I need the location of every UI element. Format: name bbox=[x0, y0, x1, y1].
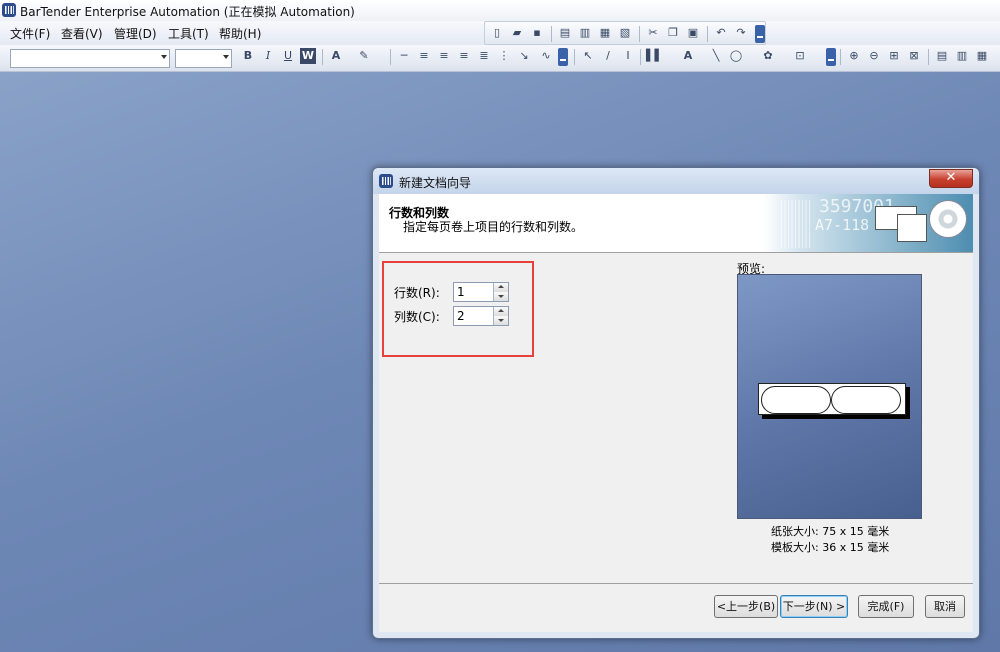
text-effect-icon[interactable]: ∿ bbox=[538, 48, 554, 64]
save-icon[interactable]: ▪ bbox=[529, 25, 545, 41]
app-titlebar: BarTender Enterprise Automation (正在模拟 Au… bbox=[0, 0, 1000, 22]
database-icon[interactable]: ▥ bbox=[577, 25, 593, 41]
line-object-icon[interactable]: ╲ bbox=[708, 48, 724, 64]
back-button[interactable]: <上一步(B) bbox=[714, 595, 778, 618]
banner-code: A7-118 bbox=[815, 216, 870, 234]
app-title: BarTender Enterprise Automation (正在模拟 Au… bbox=[20, 5, 355, 19]
picture-icon[interactable]: ✿ bbox=[760, 48, 776, 64]
open-folder-icon[interactable]: ▰ bbox=[509, 25, 525, 41]
finish-button[interactable]: 完成(F) bbox=[858, 595, 914, 618]
wizard-banner-image: 3597001 A7-118 bbox=[763, 194, 973, 252]
word-wrap-button[interactable]: W bbox=[300, 48, 316, 64]
dialog-body: 行数和列数 指定每页卷上项目的行数和列数。 3597001 A7-118 行数(… bbox=[379, 194, 973, 632]
new-document-wizard-dialog: 新建文档向导 ✕ 行数和列数 指定每页卷上项目的行数和列数。 3597001 A… bbox=[372, 167, 980, 639]
spin-down-icon[interactable] bbox=[493, 316, 508, 325]
font-color-button[interactable]: A bbox=[328, 48, 344, 64]
label-cell bbox=[831, 386, 901, 414]
page-setup-icon[interactable]: ▧ bbox=[617, 25, 633, 41]
template-size-text: 模板大小: 36 x 15 毫米 bbox=[771, 541, 890, 554]
vertical-align-icon[interactable]: ⋮ bbox=[496, 48, 512, 64]
align-right-icon[interactable]: ≡ bbox=[456, 48, 472, 64]
menu-file[interactable]: 文件(F) bbox=[10, 25, 50, 42]
fit-window-icon[interactable]: ⊠ bbox=[906, 48, 922, 64]
highlight-icon[interactable]: ✎ bbox=[356, 48, 372, 64]
zoom-page-icon[interactable]: ⊞ bbox=[886, 48, 902, 64]
next-button[interactable]: 下一步(N) > bbox=[780, 595, 848, 618]
pointer-icon[interactable]: ↖ bbox=[580, 48, 596, 64]
menu-help[interactable]: 帮助(H) bbox=[219, 25, 261, 42]
button-separator bbox=[379, 583, 973, 584]
label-strip bbox=[758, 383, 906, 415]
menu-manage[interactable]: 管理(D) bbox=[114, 25, 157, 42]
disc-icon bbox=[929, 200, 967, 238]
align-center-icon[interactable]: ≡ bbox=[436, 48, 452, 64]
chevron-down-icon bbox=[223, 55, 229, 59]
dialog-titlebar[interactable]: 新建文档向导 ✕ bbox=[373, 168, 979, 194]
redo-icon[interactable]: ↷ bbox=[733, 25, 749, 41]
spin-down-icon[interactable] bbox=[493, 292, 508, 301]
toolbar-overflow-icon[interactable] bbox=[558, 48, 568, 66]
wizard-header: 行数和列数 指定每页卷上项目的行数和列数。 3597001 A7-118 bbox=[379, 194, 973, 253]
paste-icon[interactable]: ▣ bbox=[685, 25, 701, 41]
toolbar-overflow-icon[interactable] bbox=[755, 25, 765, 43]
brush-icon[interactable]: / bbox=[600, 48, 616, 64]
font-size-combo[interactable] bbox=[175, 49, 232, 68]
new-document-icon[interactable]: ▯ bbox=[489, 25, 505, 41]
font-name-combo[interactable] bbox=[10, 49, 170, 68]
columns-input[interactable] bbox=[454, 307, 495, 325]
zoom-in-icon[interactable]: ⊕ bbox=[846, 48, 862, 64]
label-cell bbox=[761, 386, 831, 414]
barcode-art bbox=[781, 200, 811, 248]
chevron-down-icon bbox=[161, 55, 167, 59]
cut-icon[interactable]: ✂ bbox=[645, 25, 661, 41]
italic-button[interactable]: I bbox=[260, 48, 276, 64]
rows-label: 行数(R): bbox=[394, 286, 440, 300]
rows-input[interactable] bbox=[454, 283, 495, 301]
underline-button[interactable]: U bbox=[280, 48, 296, 64]
copy-icon[interactable]: ❐ bbox=[665, 25, 681, 41]
print-icon[interactable]: ▦ bbox=[597, 25, 613, 41]
zoom-out-icon[interactable]: ⊖ bbox=[866, 48, 882, 64]
cancel-button[interactable]: 取消 bbox=[925, 595, 965, 618]
columns-stepper[interactable] bbox=[453, 306, 509, 326]
close-button[interactable]: ✕ bbox=[929, 169, 973, 188]
undo-icon[interactable]: ↶ bbox=[713, 25, 729, 41]
wizard-step-description: 指定每页卷上项目的行数和列数。 bbox=[403, 220, 584, 234]
paper-size-text: 纸张大小: 75 x 15 毫米 bbox=[771, 525, 890, 538]
rows-stepper[interactable] bbox=[453, 282, 509, 302]
formatting-toolbar-row: B I U W A ✎ ─ ≡ ≡ ≡ ≣ ⋮ ↘ ∿ ↖ / I ▌▌ A ╲… bbox=[0, 45, 1000, 72]
justify-icon[interactable]: ≣ bbox=[476, 48, 492, 64]
bartender-app-icon bbox=[2, 3, 16, 17]
shape-icon[interactable]: ◯ bbox=[728, 48, 744, 64]
line-icon[interactable]: ─ bbox=[396, 48, 412, 64]
label-icon bbox=[897, 214, 927, 242]
menu-tools[interactable]: 工具(T) bbox=[168, 25, 209, 42]
print-preview-icon[interactable]: ▤ bbox=[557, 25, 573, 41]
toolbar-overflow-icon[interactable] bbox=[826, 48, 836, 66]
text-object-icon[interactable]: A bbox=[680, 48, 696, 64]
preview-pane bbox=[737, 274, 922, 519]
bartender-app-icon bbox=[379, 174, 393, 188]
distribute-icon[interactable]: ▥ bbox=[954, 48, 970, 64]
menu-view[interactable]: 查看(V) bbox=[61, 25, 103, 42]
standard-toolbar: ▯ ▰ ▪ ▤ ▥ ▦ ▧ ✂ ❐ ▣ ↶ ↷ bbox=[484, 21, 766, 45]
text-direction-icon[interactable]: ↘ bbox=[516, 48, 532, 64]
rfid-icon[interactable]: ⊡ bbox=[792, 48, 808, 64]
text-cursor-tool[interactable]: I bbox=[620, 48, 636, 64]
grid-icon[interactable]: ▦ bbox=[974, 48, 990, 64]
close-icon: ✕ bbox=[945, 170, 957, 185]
align-left-icon[interactable]: ≡ bbox=[416, 48, 432, 64]
menubar: 文件(F) 查看(V) 管理(D) 工具(T) 帮助(H) ▯ ▰ ▪ ▤ ▥ … bbox=[0, 21, 1000, 45]
columns-label: 列数(C): bbox=[394, 310, 440, 324]
align-objects-icon[interactable]: ▤ bbox=[934, 48, 950, 64]
bold-button[interactable]: B bbox=[240, 48, 256, 64]
dialog-title: 新建文档向导 bbox=[399, 176, 472, 190]
barcode-icon[interactable]: ▌▌ bbox=[646, 48, 663, 64]
